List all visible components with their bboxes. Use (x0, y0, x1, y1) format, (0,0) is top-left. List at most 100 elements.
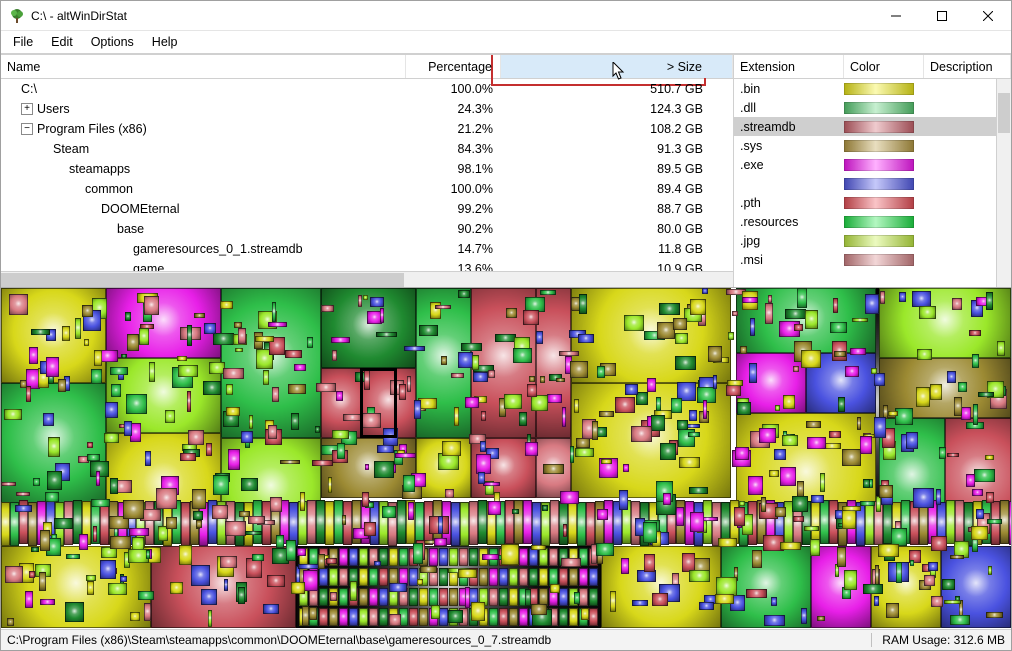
treemap-block[interactable] (871, 368, 877, 374)
tree-row[interactable]: +Users24.3%124.3 GB (1, 99, 733, 119)
treemap-block[interactable] (193, 511, 203, 520)
treemap-block[interactable] (105, 402, 118, 418)
treemap-block[interactable] (439, 548, 448, 566)
treemap-block[interactable] (829, 431, 841, 438)
treemap-block[interactable] (146, 550, 150, 559)
treemap-block[interactable] (495, 334, 516, 342)
treemap-block[interactable] (441, 356, 447, 365)
treemap-block[interactable] (395, 453, 416, 458)
treemap-block[interactable] (539, 568, 548, 586)
treemap-block[interactable] (801, 608, 807, 624)
treemap-block[interactable] (374, 461, 394, 478)
treemap-block[interactable] (224, 579, 228, 591)
treemap-block[interactable] (499, 608, 508, 626)
treemap-block[interactable] (559, 568, 568, 586)
treemap-block[interactable] (542, 505, 548, 511)
treemap-block[interactable] (319, 588, 328, 606)
treemap-block[interactable] (213, 475, 229, 495)
treemap-block[interactable] (549, 548, 558, 566)
treemap-block[interactable] (156, 488, 177, 509)
treemap-block[interactable] (589, 588, 598, 606)
treemap-block[interactable] (363, 295, 368, 300)
treemap-block[interactable] (673, 318, 687, 330)
treemap-block[interactable] (699, 602, 714, 610)
treemap-block[interactable] (213, 333, 234, 345)
treemap-block[interactable] (547, 394, 562, 403)
treemap-block[interactable] (349, 548, 358, 566)
treemap-block[interactable] (531, 545, 546, 550)
treemap-block[interactable] (519, 568, 528, 586)
treemap-block[interactable] (121, 354, 127, 358)
treemap-block[interactable] (439, 608, 448, 626)
treemap-block[interactable] (570, 446, 574, 463)
treemap-block[interactable] (850, 348, 866, 355)
treemap-block[interactable] (223, 368, 244, 379)
treemap-block[interactable] (972, 354, 979, 368)
treemap-block[interactable] (93, 526, 97, 542)
treemap-block[interactable] (924, 575, 935, 586)
treemap-block[interactable] (529, 376, 535, 382)
treemap-block[interactable] (350, 581, 357, 601)
treemap-block[interactable] (479, 568, 488, 586)
menu-help[interactable]: Help (144, 33, 186, 51)
treemap-block[interactable] (285, 350, 302, 358)
treemap-block[interactable] (180, 453, 196, 461)
treemap-block[interactable] (659, 303, 680, 315)
treemap-block[interactable] (337, 443, 345, 459)
treemap-block[interactable] (713, 375, 717, 389)
treemap-block[interactable] (820, 473, 825, 492)
treemap-block[interactable] (527, 384, 537, 397)
treemap-block[interactable] (732, 311, 738, 316)
ext-row[interactable]: .jpg (734, 231, 1011, 250)
treemap-block[interactable] (465, 587, 470, 608)
treemap-block[interactable] (764, 615, 785, 626)
menu-file[interactable]: File (5, 33, 41, 51)
treemap-block[interactable] (810, 539, 820, 556)
treemap-block[interactable] (499, 588, 508, 606)
treemap-block[interactable] (550, 500, 559, 544)
treemap-block[interactable] (100, 560, 116, 579)
treemap-block[interactable] (652, 593, 668, 606)
treemap-block[interactable] (874, 596, 879, 606)
treemap-block[interactable] (481, 411, 486, 421)
treemap-block[interactable] (358, 295, 362, 307)
treemap-block[interactable] (29, 347, 38, 364)
treemap-block[interactable] (7, 618, 14, 626)
treemap-block[interactable] (15, 505, 32, 512)
treemap-block[interactable] (955, 500, 964, 544)
treemap-block[interactable] (399, 384, 406, 400)
treemap-block[interactable] (651, 415, 665, 431)
treemap-block[interactable] (359, 588, 368, 606)
treemap-block[interactable] (286, 540, 296, 561)
treemap-block[interactable] (442, 441, 461, 456)
treemap-block[interactable] (288, 384, 306, 394)
treemap-block[interactable] (865, 294, 879, 314)
treemap-block[interactable] (123, 500, 144, 519)
treemap-block[interactable] (595, 501, 604, 545)
treemap-block[interactable] (359, 568, 368, 586)
treemap-block[interactable] (451, 502, 460, 546)
treemap-block[interactable] (939, 447, 946, 459)
treemap-block[interactable] (480, 441, 486, 452)
treemap-block[interactable] (439, 588, 448, 606)
treemap-block[interactable] (87, 581, 94, 595)
treemap-block[interactable] (48, 437, 60, 457)
tree-row[interactable]: −Program Files (x86)21.2%108.2 GB (1, 119, 733, 139)
tree-row[interactable]: Steam84.3%91.3 GB (1, 139, 733, 159)
treemap-block[interactable] (801, 350, 821, 368)
treemap-block[interactable] (997, 341, 1005, 356)
treemap-block[interactable] (820, 500, 829, 544)
treemap-block[interactable] (39, 572, 46, 591)
treemap-block[interactable] (689, 487, 708, 494)
treemap-block[interactable] (62, 326, 70, 341)
treemap-block[interactable] (4, 409, 22, 420)
treemap-block[interactable] (458, 569, 477, 578)
treemap-block[interactable] (458, 290, 470, 298)
treemap-block[interactable] (575, 448, 594, 457)
treemap-block[interactable] (104, 433, 119, 443)
treemap-block[interactable] (75, 318, 81, 339)
treemap-block[interactable] (389, 583, 407, 592)
treemap-block[interactable] (87, 442, 93, 448)
treemap-block[interactable] (842, 509, 856, 529)
treemap-block[interactable] (750, 318, 755, 336)
